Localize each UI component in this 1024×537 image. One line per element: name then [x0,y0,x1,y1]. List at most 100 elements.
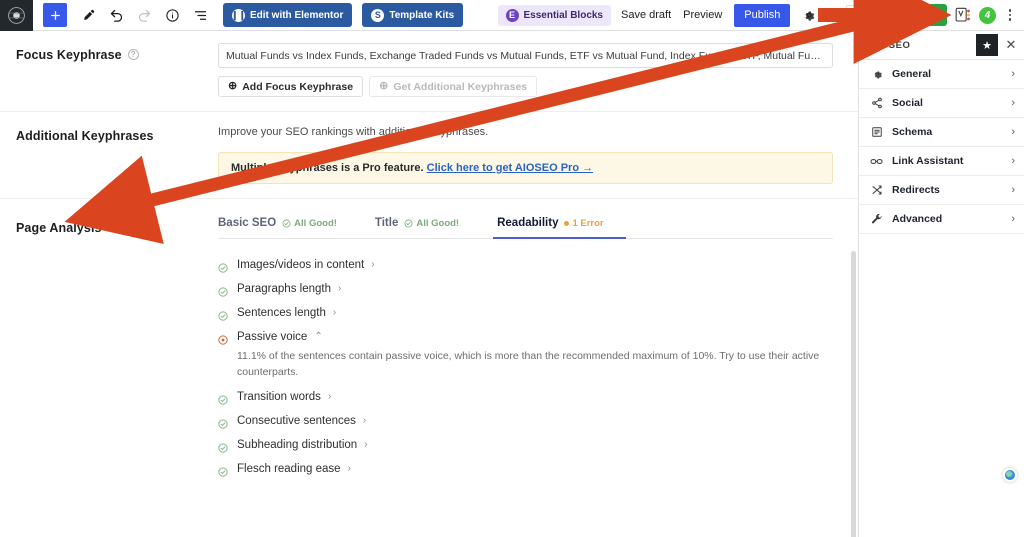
tab-readability-status: 1 Error [564,217,604,229]
analysis-item-label-1[interactable]: Paragraphs length › [237,283,341,295]
edit-with-elementor-button[interactable]: ❙❙ Edit with Elementor [223,3,353,27]
sidebar-item-social[interactable]: Social › [859,89,1024,118]
check-circle-icon [218,260,228,273]
redo-button[interactable] [131,3,157,27]
aioseo-logo-icon [885,7,901,23]
link-icon [870,155,883,168]
analysis-item-label-6[interactable]: Subheading distribution › [237,439,368,451]
analysis-item[interactable]: Consecutive sentences › [218,409,858,433]
gear-icon [870,68,883,80]
sidebar-header: AIOSEO ★ ✕ [859,31,1024,60]
aioseo-sidebar: AIOSEO ★ ✕ General › Social › Schema › L… [858,31,1024,537]
chevron-right-icon: › [362,414,367,426]
add-focus-keyphrase-button[interactable]: ⊕ Add Focus Keyphrase [218,76,364,97]
details-info-button[interactable] [159,3,185,27]
toolbar-left-group: ❙❙ Edit with Elementor S Template Kits [33,3,464,27]
page-analysis-row: Page Analysis Basic SEO All Good! Title … [0,199,858,495]
get-additional-keyphrases-button[interactable]: ⊕ Get Additional Keyphrases [369,76,538,97]
analysis-item-passive-voice[interactable]: Passive voice ⌃ [218,325,858,349]
tab-title-label: Title [374,217,399,229]
template-kits-button[interactable]: S Template Kits [362,3,464,27]
analysis-item-label-5[interactable]: Consecutive sentences › [237,415,366,427]
save-draft-button[interactable]: Save draft [621,9,671,21]
settings-gear-icon[interactable] [798,4,820,26]
sidebar-item-link-assistant-label: Link Assistant [892,155,964,167]
analysis-item[interactable]: Transition words › [218,385,858,409]
plus-circle-icon: ⊕ [228,80,238,92]
analysis-item[interactable]: Sentences length › [218,301,858,325]
focus-keyphrase-input[interactable] [218,43,833,68]
block-inserter-grid-icon[interactable] [846,4,872,26]
jetpack-icon[interactable] [820,4,842,26]
pro-notice-text: Multiple Keyphrases is a Pro feature. [231,162,424,174]
sidebar-item-social-label: Social [892,97,923,109]
help-icon[interactable]: ? [127,49,139,60]
sidebar-item-general[interactable]: General › [859,60,1024,89]
tab-basic-seo[interactable]: Basic SEO All Good! [218,214,337,238]
tab-title-status: All Good! [404,218,459,229]
analysis-item[interactable]: Subheading distribution › [218,433,858,457]
sidebar-item-link-assistant[interactable]: Link Assistant › [859,147,1024,176]
edit-tool-button[interactable] [75,3,101,27]
tab-basic-seo-status: All Good! [282,218,337,229]
tab-title-status-text: All Good! [416,217,460,229]
check-circle-icon [218,308,228,321]
focus-keyphrase-row: Focus Keyphrase ? ⊕ Add Focus Keyphrase … [0,31,858,112]
analysis-item-label-4[interactable]: Transition words › [237,391,331,403]
analysis-label-text: Passive voice [237,331,308,343]
more-options-kebab-icon[interactable] [1003,9,1017,21]
analysis-label-text: Consecutive sentences [237,414,356,427]
chevron-right-icon: › [1011,213,1015,225]
analysis-item-label-2[interactable]: Sentences length › [237,307,336,319]
editor-toolbar: ❙❙ Edit with Elementor S Template Kits E… [0,0,1024,31]
content-scrollbar[interactable] [851,251,856,537]
toolbar-right-group: E Essential Blocks Save draft Preview Pu… [497,3,1024,27]
analysis-label-text: Transition words [237,390,321,403]
analysis-item[interactable]: Images/videos in content › [218,253,858,277]
passive-voice-description: 11.1% of the sentences contain passive v… [237,350,820,378]
page-analysis-body: Basic SEO All Good! Title All Good! Read… [218,199,858,495]
error-circle-icon [218,332,228,345]
seo-score-value: 98/100 [905,9,939,21]
elementor-icon: ❙❙ [230,8,247,22]
aioseo-post-editor: ❙❙ Edit with Elementor S Template Kits E… [0,0,1024,537]
error-dot-icon [564,220,570,226]
analysis-item[interactable]: Flesch reading ease › [218,457,858,481]
chevron-up-icon: ⌃ [314,331,323,342]
wp-rocket-icon[interactable]: 4 [979,6,996,24]
elementor-button-label: Edit with Elementor [250,9,344,21]
get-aioseo-pro-link[interactable]: Click here to get AIOSEO Pro → [427,162,593,174]
list-view-button[interactable] [187,3,213,27]
tab-title[interactable]: Title All Good! [375,214,459,238]
preview-button[interactable]: Preview [683,9,722,21]
redirects-icon [870,184,883,196]
essential-blocks-button[interactable]: E Essential Blocks [497,4,611,26]
wordpress-logo-icon[interactable] [0,0,33,31]
undo-button[interactable] [103,3,129,27]
analysis-item-label-3[interactable]: Passive voice ⌃ [237,331,323,343]
aioseo-score-badge[interactable]: 98/100 [880,4,947,26]
sidebar-item-schema-label: Schema [892,126,933,138]
add-block-button[interactable] [43,3,67,27]
yoast-seo-icon[interactable] [954,7,972,24]
sidebar-item-advanced[interactable]: Advanced › [859,205,1024,234]
analysis-item[interactable]: Paragraphs length › [218,277,858,301]
tab-readability[interactable]: Readability 1 Error [493,214,626,239]
analysis-item-label-0[interactable]: Images/videos in content › [237,259,375,271]
star-favorite-icon[interactable]: ★ [976,34,998,56]
readability-analysis-list: Images/videos in content › Paragraphs le… [218,239,858,481]
check-circle-icon [218,464,228,477]
analysis-item-label-7[interactable]: Flesch reading ease › [237,463,351,475]
chevron-right-icon: › [371,259,375,270]
essential-blocks-icon: E [505,8,519,22]
sidebar-item-redirects[interactable]: Redirects › [859,176,1024,205]
close-icon[interactable]: ✕ [998,31,1024,60]
tab-readability-status-text: 1 Error [572,217,604,229]
chevron-right-icon: › [1011,184,1015,196]
floating-assistant-icon[interactable] [1003,468,1017,482]
analysis-label-text: Paragraphs length [237,283,331,295]
sidebar-item-schema[interactable]: Schema › [859,118,1024,147]
sidebar-title: AIOSEO [870,39,911,51]
publish-button[interactable]: Publish [734,3,791,27]
analysis-label-text: Subheading distribution [237,438,358,451]
